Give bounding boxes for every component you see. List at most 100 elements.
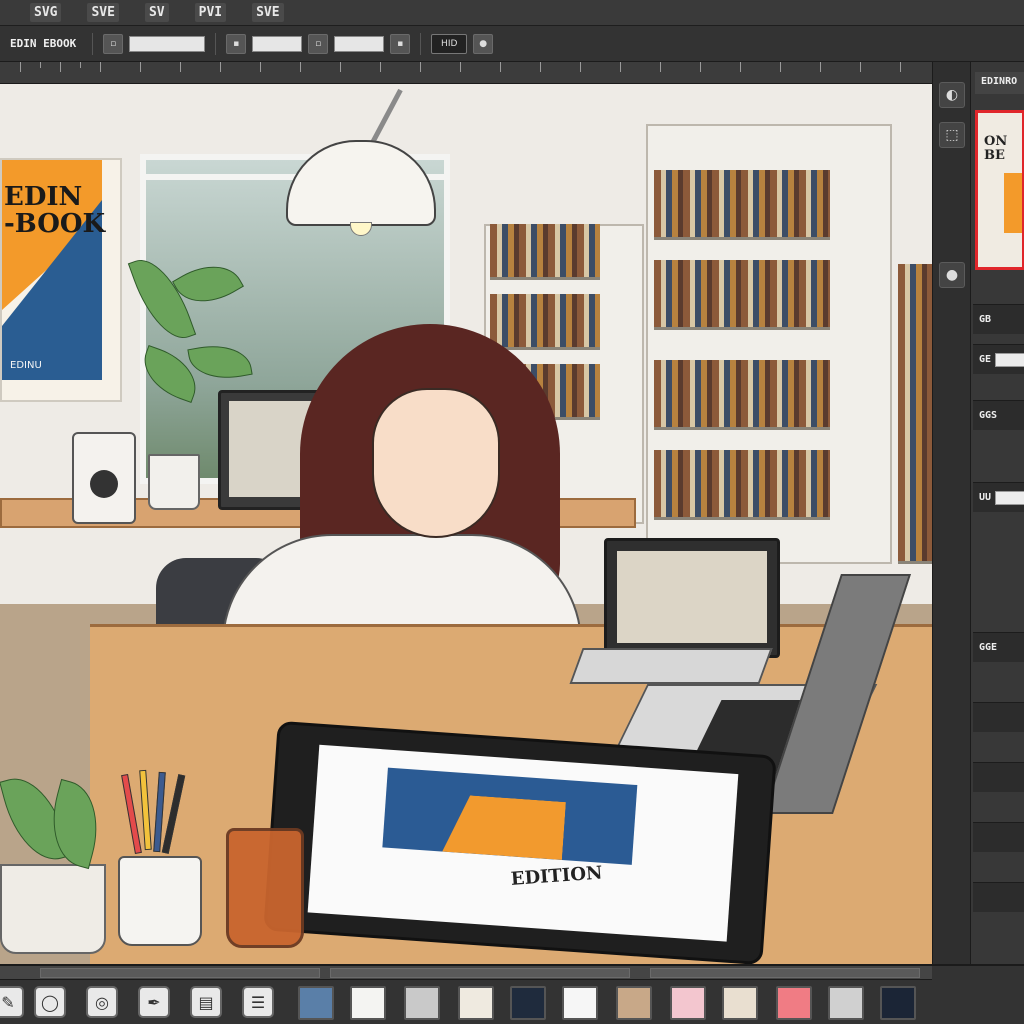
- timeline-segment[interactable]: [650, 968, 920, 978]
- property-row[interactable]: [973, 882, 1024, 912]
- property-row[interactable]: GGS: [973, 400, 1024, 430]
- pencil-mug: [118, 856, 202, 946]
- move-tool-icon[interactable]: ▫: [103, 33, 124, 54]
- property-row[interactable]: [973, 762, 1024, 792]
- ruler-tick: [140, 62, 141, 72]
- property-row[interactable]: UU: [973, 482, 1024, 512]
- ruler-tick: [780, 62, 781, 72]
- panel-header: EDINRO: [975, 72, 1024, 94]
- laptop-center-keyboard: [569, 648, 773, 684]
- color-swatch[interactable]: [670, 986, 706, 1020]
- settings-icon[interactable]: ●: [473, 33, 494, 54]
- tool-column: ◐ ⬚ ●: [933, 62, 971, 964]
- property-field[interactable]: [995, 352, 1024, 367]
- color-swatch[interactable]: [776, 986, 812, 1020]
- books-row: [654, 360, 830, 430]
- thumbnail-text-line-2: BE: [984, 148, 1005, 164]
- ruler-tick: [660, 62, 661, 72]
- size-field[interactable]: [129, 35, 206, 52]
- books-row: [490, 224, 600, 280]
- thumbnail-orange-shape: [1004, 173, 1022, 233]
- tablet-cover-text: EDITION: [510, 862, 604, 890]
- toggle-icon[interactable]: ▫: [308, 33, 329, 54]
- property-field[interactable]: [995, 490, 1024, 505]
- property-row[interactable]: [973, 822, 1024, 852]
- ruler-tick: [540, 62, 541, 72]
- brush-tool-icon[interactable]: ◐: [939, 82, 965, 108]
- brush-icon[interactable]: ✎: [0, 986, 24, 1018]
- airbrush-icon[interactable]: ▪: [390, 33, 411, 54]
- color-swatch[interactable]: [828, 986, 864, 1020]
- separator: [420, 32, 422, 55]
- color-swatch[interactable]: [562, 986, 598, 1020]
- separator: [215, 32, 217, 55]
- color-swatch[interactable]: [722, 986, 758, 1020]
- ruler-tick: [220, 62, 221, 72]
- menu-item-3[interactable]: SV: [144, 3, 169, 22]
- property-label: GB: [979, 314, 992, 325]
- books-row: [654, 170, 830, 240]
- ruler-tick: [900, 62, 901, 72]
- document-thumbnail[interactable]: ON BE: [975, 110, 1024, 270]
- color-swatch[interactable]: [350, 986, 386, 1020]
- books-column: [898, 264, 932, 564]
- color-swatch[interactable]: [510, 986, 546, 1020]
- opacity-field[interactable]: [252, 35, 303, 52]
- color-swatch[interactable]: [880, 986, 916, 1020]
- ruler-tick: [420, 62, 421, 72]
- color-swatch[interactable]: [616, 986, 652, 1020]
- speaker-cone: [90, 470, 118, 498]
- tea-glass: [226, 828, 304, 948]
- timeline-segment[interactable]: [330, 968, 630, 978]
- flow-field[interactable]: [334, 35, 385, 52]
- ruler-tick: [380, 62, 381, 72]
- hand-icon[interactable]: ●: [939, 262, 965, 288]
- separator: [92, 32, 94, 55]
- right-panel: ◐ ⬚ ● EDINRO ON BE GB GE GGS UU GGE: [932, 62, 1024, 964]
- ruler-tick: [80, 62, 81, 68]
- poster-title-line-2: -BOOK: [4, 209, 106, 240]
- color-swatch[interactable]: [458, 986, 494, 1020]
- ruler-tick: [820, 62, 821, 72]
- pen-icon[interactable]: ✒: [138, 986, 170, 1018]
- timeline-strip: [0, 966, 932, 980]
- menu-item-2[interactable]: SVE: [87, 3, 119, 22]
- poster-title-line-1: EDIN: [4, 182, 83, 212]
- laptop-center-screen: [617, 551, 767, 643]
- ruler-tick: [300, 62, 301, 72]
- ruler-tick: [700, 62, 701, 72]
- mode-button[interactable]: HID: [431, 33, 468, 54]
- color-swatch[interactable]: [298, 986, 334, 1020]
- property-row[interactable]: [973, 702, 1024, 732]
- plant-pot: [148, 454, 200, 510]
- ruler-tick: [60, 62, 61, 72]
- books-row: [490, 294, 600, 350]
- property-row[interactable]: GE: [973, 344, 1024, 374]
- menu-item-1[interactable]: SVG: [30, 3, 62, 22]
- menu-item-4[interactable]: PVI: [194, 3, 227, 22]
- property-row[interactable]: GB: [973, 304, 1024, 334]
- thumbnail-text: ON BE: [984, 134, 1007, 164]
- smudge-icon[interactable]: ◎: [86, 986, 118, 1018]
- layers-icon[interactable]: ▤: [190, 986, 222, 1018]
- ruler-tick: [620, 62, 621, 72]
- ruler-tick: [740, 62, 741, 72]
- property-row[interactable]: GGE: [973, 632, 1024, 662]
- stack-icon[interactable]: ☰: [242, 986, 274, 1018]
- select-icon[interactable]: ▪: [226, 33, 247, 54]
- person-face: [372, 388, 500, 538]
- menu-bar: SVG SVE SV PVI SVE: [0, 0, 1024, 26]
- lock-icon[interactable]: ⬚: [939, 122, 965, 148]
- color-swatch[interactable]: [404, 986, 440, 1020]
- eraser-icon[interactable]: ◯: [34, 986, 66, 1018]
- artwork-canvas[interactable]: EDIN -BOOK EDINU EDITION: [0, 84, 932, 964]
- poster-footer: EDINU: [10, 360, 42, 371]
- ruler-tick: [180, 62, 181, 72]
- ruler-tick: [20, 62, 21, 72]
- tablet-screen: EDITION: [307, 744, 739, 942]
- speaker: [72, 432, 136, 524]
- timeline-segment[interactable]: [40, 968, 320, 978]
- menu-item-5[interactable]: SVE: [252, 3, 284, 22]
- ruler-tick: [40, 62, 41, 68]
- property-label: GGE: [979, 642, 998, 653]
